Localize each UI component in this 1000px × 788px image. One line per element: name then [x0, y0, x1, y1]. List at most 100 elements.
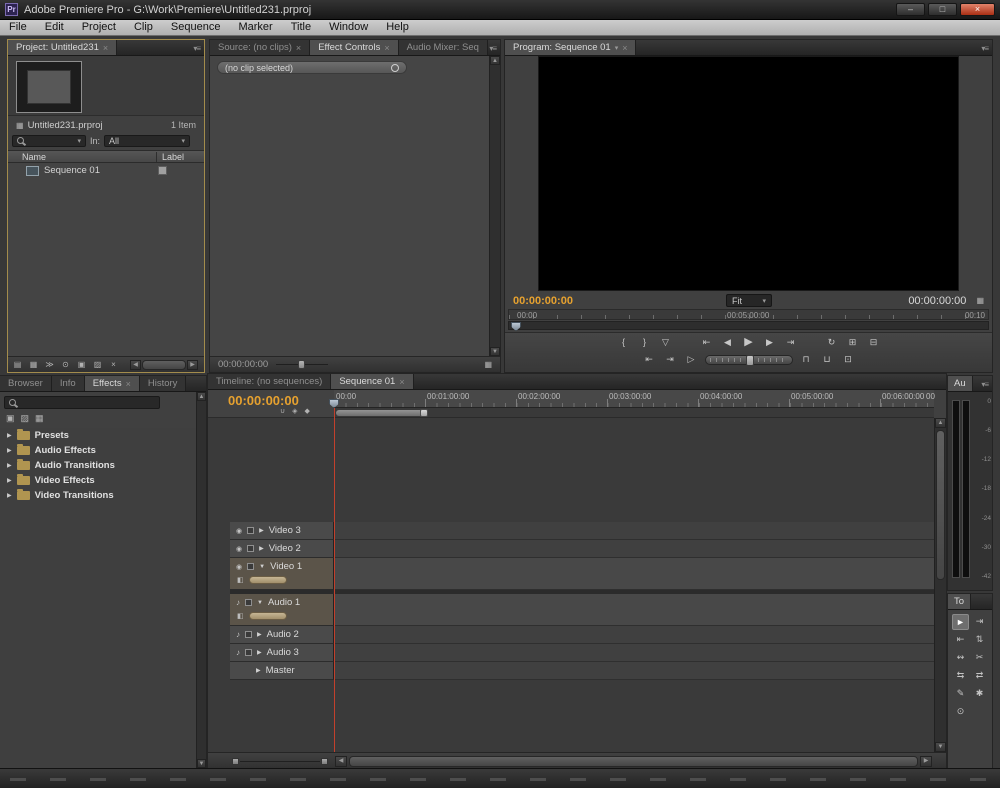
chevron-down-icon[interactable]: ▾ — [615, 44, 619, 52]
menu-file[interactable]: File — [0, 20, 36, 35]
close-icon[interactable]: × — [384, 43, 389, 53]
tab-audio-mixer[interactable]: Audio Mixer: Seq — [399, 40, 488, 55]
collapse-icon[interactable]: ▶ — [256, 667, 261, 674]
loop-button[interactable]: ↻ — [824, 336, 839, 349]
tab-effects[interactable]: Effects × — [85, 376, 140, 391]
track-content[interactable] — [334, 594, 934, 626]
pen-tool[interactable]: ✎ — [952, 686, 969, 702]
folder-row-audio-transitions[interactable]: ▶ Audio Transitions — [0, 458, 196, 473]
scroll-down-button[interactable]: ▼ — [197, 759, 206, 768]
tab-program[interactable]: Program: Sequence 01 ▾ × — [505, 40, 636, 55]
zoom-slider[interactable] — [232, 758, 328, 765]
video-track-header[interactable]: ◉ ▼ Video 1 ◧ — [230, 558, 334, 590]
set-display-style-icon[interactable]: ◧ — [237, 612, 244, 620]
automate-to-sequence-icon[interactable]: ≫ — [44, 360, 55, 369]
column-header-name[interactable]: Name — [22, 152, 46, 162]
track-content[interactable] — [334, 522, 934, 540]
rolling-edit-tool[interactable]: ⇅ — [971, 632, 988, 648]
snap-icon[interactable]: ∪ — [280, 407, 285, 415]
tab-effect-controls[interactable]: Effect Controls × — [310, 40, 398, 55]
track-content[interactable] — [334, 644, 934, 662]
scroll-left-button[interactable]: ◀ — [335, 756, 347, 767]
expand-arrow-icon[interactable]: ▶ — [7, 477, 12, 484]
expand-icon[interactable]: ▼ — [257, 600, 263, 606]
shuttle-handle[interactable] — [746, 355, 754, 366]
panel-menu-icon[interactable]: ▾≡ — [489, 44, 496, 53]
find-input[interactable]: ▾ — [12, 135, 86, 147]
slider-handle[interactable] — [298, 360, 305, 369]
master-track-header[interactable]: ▶ Master — [230, 662, 334, 680]
export-frame-button[interactable]: ⊡ — [841, 353, 856, 366]
razor-tool[interactable]: ✂ — [971, 650, 988, 666]
scroll-up-button[interactable]: ▲ — [490, 56, 500, 65]
expand-arrow-icon[interactable]: ▶ — [7, 432, 12, 439]
maximize-button[interactable]: □ — [928, 3, 957, 16]
menu-edit[interactable]: Edit — [36, 20, 73, 35]
scroll-up-button[interactable]: ▲ — [197, 392, 206, 401]
menu-title[interactable]: Title — [282, 20, 320, 35]
track-lock-toggle[interactable] — [247, 527, 254, 534]
video-track-header[interactable]: ◉ ▶ Video 3 — [230, 522, 334, 540]
collapse-icon[interactable]: ▶ — [259, 545, 264, 552]
scroll-down-button[interactable]: ▼ — [490, 347, 500, 356]
menu-sequence[interactable]: Sequence — [162, 20, 230, 35]
horizontal-scrollbar-thumb[interactable] — [142, 360, 186, 370]
tab-info[interactable]: Info — [52, 376, 85, 391]
folder-row-presets[interactable]: ▶ Presets — [0, 428, 196, 443]
tab-tools[interactable]: To — [948, 594, 971, 609]
add-marker-button[interactable]: ▽ — [658, 336, 673, 349]
timeline-ruler[interactable]: 00:00 00:01:00:00 00:02:00:00 00:03:00:0… — [334, 390, 934, 408]
work-area-handle[interactable] — [420, 409, 428, 417]
speaker-icon[interactable]: ♪ — [236, 598, 240, 607]
step-back-button[interactable]: ◀ — [720, 336, 735, 349]
playhead-head[interactable] — [329, 399, 339, 408]
close-icon[interactable]: × — [296, 43, 301, 53]
vertical-scrollbar[interactable]: ▲ ▼ — [489, 56, 500, 356]
output-button[interactable]: ⊟ — [866, 336, 881, 349]
work-area-bar[interactable] — [334, 408, 934, 418]
close-icon[interactable]: × — [399, 377, 404, 387]
go-to-out-button[interactable]: } — [637, 336, 652, 349]
toggle-track-output-icon[interactable]: ◉ — [236, 545, 242, 553]
track-lock-toggle[interactable] — [245, 649, 252, 656]
folder-row-audio-effects[interactable]: ▶ Audio Effects — [0, 443, 196, 458]
go-to-previous-edit-button[interactable]: ⇤ — [699, 336, 714, 349]
output-settings-icon[interactable]: ▦ — [976, 296, 984, 305]
bin-icon[interactable]: ▨ — [21, 413, 30, 424]
expand-arrow-icon[interactable]: ▶ — [7, 492, 12, 499]
monitor-scrub-bar[interactable] — [508, 321, 989, 330]
preview-thumbnail[interactable] — [16, 61, 82, 113]
expand-arrow-icon[interactable]: ▶ — [7, 462, 12, 469]
panel-menu-icon[interactable]: ▾≡ — [981, 380, 988, 389]
track-lock-toggle[interactable] — [247, 545, 254, 552]
zoom-out-handle[interactable] — [232, 758, 239, 765]
speaker-icon[interactable]: ♪ — [236, 648, 240, 657]
close-icon[interactable]: × — [103, 43, 108, 53]
expand-icon[interactable]: ▼ — [259, 564, 265, 570]
go-to-next-edit-button[interactable]: ⇥ — [783, 336, 798, 349]
playhead-marker[interactable] — [511, 322, 521, 331]
track-lock-toggle[interactable] — [245, 631, 252, 638]
find-icon[interactable]: ⊙ — [60, 360, 71, 369]
ripple-edit-tool[interactable]: ⇤ — [952, 632, 969, 648]
keyframe-area-icon[interactable]: ▦ — [484, 360, 492, 369]
menu-project[interactable]: Project — [73, 20, 125, 35]
tab-project[interactable]: Project: Untitled231 × — [8, 40, 117, 55]
safe-margins-button[interactable]: ⊞ — [845, 336, 860, 349]
step-forward-button[interactable]: ▶ — [762, 336, 777, 349]
current-timecode[interactable]: 00:00:00:00 — [513, 295, 573, 307]
menu-marker[interactable]: Marker — [229, 20, 281, 35]
play-button[interactable]: ▶ — [741, 336, 756, 349]
audio-track-header[interactable]: ♪ ▼ Audio 1 ◧ — [230, 594, 334, 626]
selection-tool[interactable]: ► — [952, 614, 969, 630]
folder-row-video-transitions[interactable]: ▶ Video Transitions — [0, 488, 196, 503]
bin-icon[interactable]: ▦ — [35, 413, 44, 424]
extract-button[interactable]: ⊔ — [820, 353, 835, 366]
menu-help[interactable]: Help — [377, 20, 418, 35]
timeline-view-toggle-icon[interactable] — [391, 64, 399, 72]
keyframe-display-control[interactable] — [249, 576, 287, 584]
zoom-in-handle[interactable] — [321, 758, 328, 765]
audio-track-header[interactable]: ♪ ▶ Audio 2 — [230, 626, 334, 644]
video-track-header[interactable]: ◉ ▶ Video 2 — [230, 540, 334, 558]
label-color-swatch[interactable] — [158, 166, 167, 175]
